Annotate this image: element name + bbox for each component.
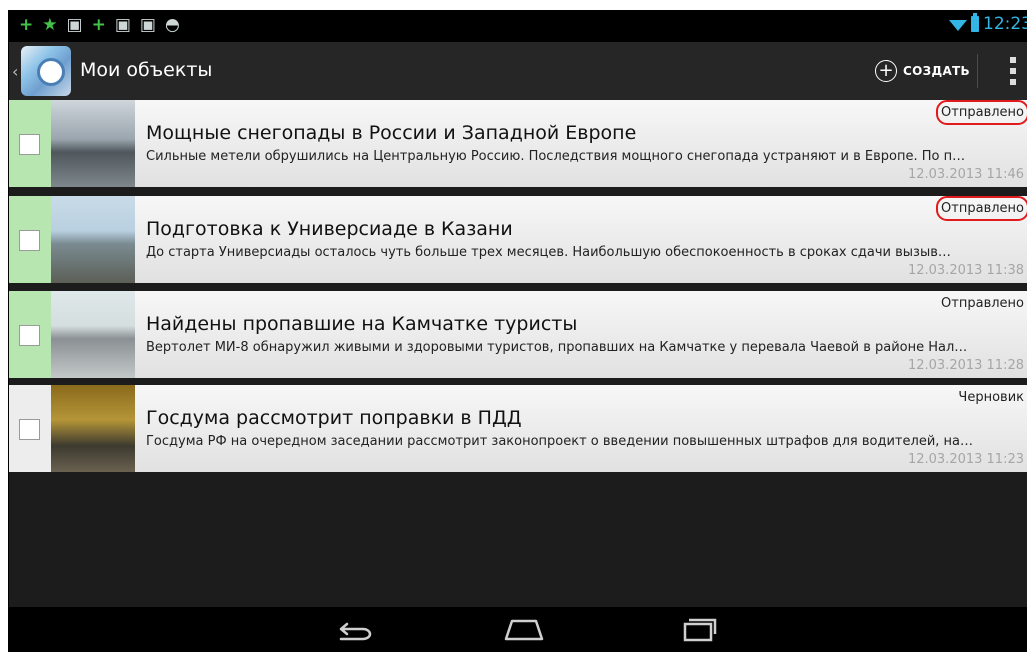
battery-icon [971, 13, 979, 32]
status-badge: Отправлено [936, 100, 1027, 125]
status-badge: Отправлено [936, 196, 1027, 221]
add-circle-icon: + [875, 60, 898, 82]
status-bar: + ★ ▣ + ▣ ▣ ◓ 12:23 [9, 10, 1027, 42]
item-date: 12.03.2013 11:28 [907, 358, 1024, 373]
list-item[interactable]: Госдума рассмотрит поправки в ПДД Госдум… [9, 385, 1027, 472]
item-checkbox[interactable] [19, 325, 40, 346]
page-title: Мои объекты [80, 59, 213, 81]
sent-marker [9, 100, 51, 187]
app-icon[interactable] [21, 46, 71, 96]
tablet-screen: + ★ ▣ + ▣ ▣ ◓ 12:23 ‹ Мои объекты + СОЗД… [8, 10, 1027, 652]
overflow-menu-icon[interactable] [1010, 57, 1016, 85]
bag-icon: ▣ [114, 15, 131, 35]
item-description: Сильные метели обрушились на Центральную… [146, 149, 966, 164]
item-thumbnail [51, 100, 135, 187]
item-checkbox[interactable] [19, 230, 40, 251]
action-bar: ‹ Мои объекты + СОЗДАТЬ [9, 42, 1027, 100]
create-button-label: СОЗДАТЬ [903, 64, 970, 78]
action-divider [977, 54, 978, 88]
item-description: Вертолет МИ-8 обнаружил живыми и здоровы… [146, 340, 968, 355]
navigation-bar [9, 607, 1027, 652]
item-date: 12.03.2013 11:23 [907, 452, 1024, 467]
android-icon: ◓ [164, 15, 180, 35]
item-thumbnail [51, 291, 135, 378]
back-icon[interactable] [325, 613, 385, 645]
wifi-icon [949, 19, 967, 31]
home-icon[interactable] [494, 613, 554, 645]
item-description: До старта Универсиады осталось чуть боль… [146, 245, 951, 260]
item-title: Найдены пропавшие на Камчатке туристы [146, 313, 578, 335]
create-button[interactable]: + СОЗДАТЬ [875, 52, 970, 90]
clock: 12:23 [983, 14, 1027, 34]
item-date: 12.03.2013 11:38 [907, 263, 1024, 278]
up-caret-icon[interactable]: ‹ [12, 62, 18, 81]
recent-apps-icon[interactable] [668, 613, 728, 645]
item-thumbnail [51, 196, 135, 283]
image-icon: ▣ [66, 15, 83, 35]
list-item[interactable]: Найдены пропавшие на Камчатке туристы Ве… [9, 291, 1027, 378]
item-title: Подготовка к Универсиаде в Казани [146, 218, 513, 240]
star-icon: ★ [42, 15, 58, 35]
map-pin-icon [37, 58, 65, 86]
status-badge: Черновик [958, 390, 1024, 405]
list-item[interactable]: Мощные снегопады в России и Западной Евр… [9, 100, 1027, 187]
list-item[interactable]: Подготовка к Универсиаде в Казани До ста… [9, 196, 1027, 283]
notification-icons: + ★ ▣ + ▣ ▣ ◓ [19, 14, 180, 36]
status-badge: Отправлено [941, 296, 1024, 311]
plus-icon: + [91, 15, 106, 35]
item-description: Госдума РФ на очередном заседании рассмо… [146, 434, 973, 449]
draft-marker [9, 385, 51, 472]
item-title: Госдума рассмотрит поправки в ПДД [146, 407, 522, 429]
item-checkbox[interactable] [19, 134, 40, 155]
item-thumbnail [51, 385, 135, 472]
sent-marker [9, 196, 51, 283]
item-checkbox[interactable] [19, 419, 40, 440]
item-title: Мощные снегопады в России и Западной Евр… [146, 122, 637, 144]
plus-icon: + [19, 15, 34, 35]
bag-icon: ▣ [139, 15, 156, 35]
system-indicators: 12:23 [949, 13, 1027, 34]
sent-marker [9, 291, 51, 378]
item-date: 12.03.2013 11:46 [907, 167, 1024, 182]
